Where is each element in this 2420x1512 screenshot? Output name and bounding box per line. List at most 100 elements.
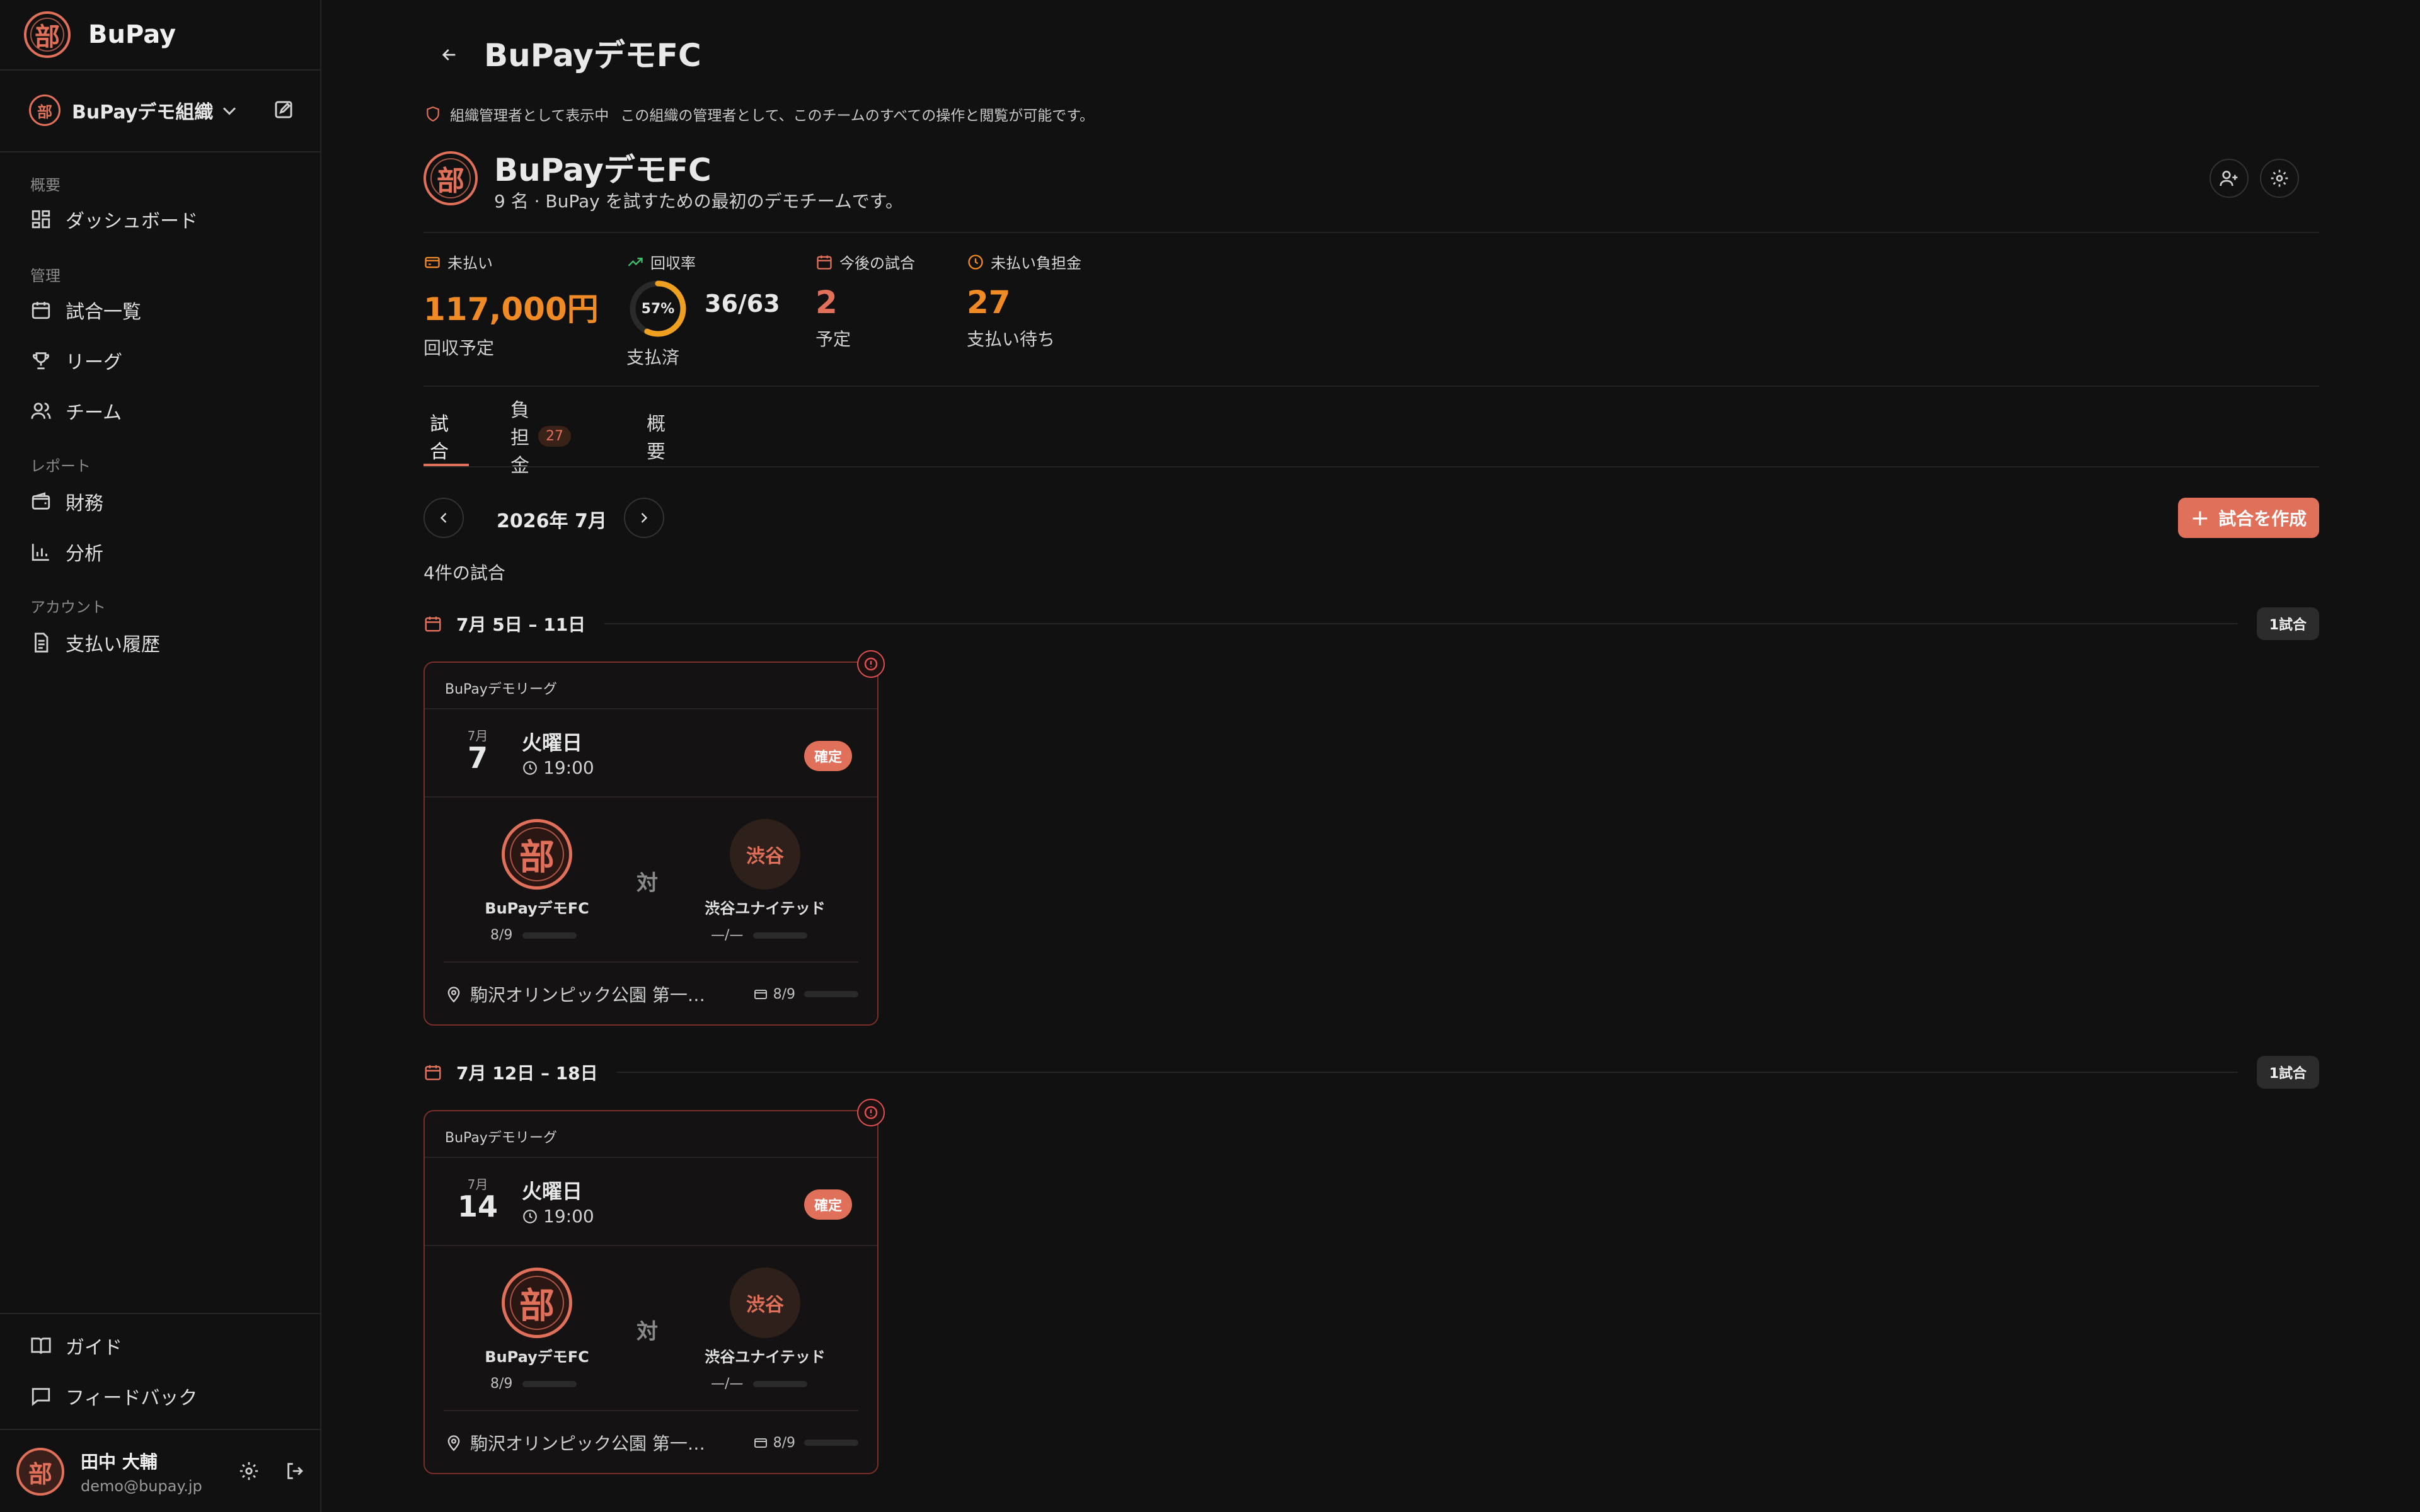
admin-message: この組織の管理者として、このチームのすべての操作と閲覧が可能です。 <box>620 108 1094 124</box>
payment-ratio: 8/9 <box>773 1435 795 1451</box>
trending-up-icon <box>628 257 643 266</box>
next-month-button[interactable] <box>624 498 664 538</box>
sidebar-item-dashboard[interactable]: ダッシュボード <box>30 202 295 237</box>
clock-icon <box>968 254 983 270</box>
team-settings-button[interactable] <box>2260 159 2299 198</box>
alert-icon[interactable] <box>857 650 885 678</box>
edit-icon[interactable] <box>272 98 295 121</box>
wallet-icon <box>30 491 52 512</box>
match-weekday: 火曜日 <box>522 1179 583 1203</box>
admin-label: 組織管理者として表示中 <box>450 108 609 124</box>
arrow-left-icon <box>442 49 456 60</box>
versus-label: 対 <box>637 871 658 896</box>
week-match-count: 1試合 <box>2256 607 2319 640</box>
team-name: BuPayデモFC <box>494 152 712 188</box>
sidebar-item-payment-history[interactable]: 支払い履歴 <box>30 625 295 660</box>
map-pin-icon <box>447 987 460 1003</box>
invite-member-button[interactable] <box>2210 159 2249 198</box>
stat-value: 27 <box>967 284 1011 321</box>
credit-card-icon <box>425 256 440 268</box>
week-label: 7月 5日 – 11日 <box>456 614 586 635</box>
clock-icon <box>523 760 537 775</box>
divider <box>425 796 877 798</box>
tab-fees[interactable]: 負担金 27 <box>510 399 571 477</box>
home-team-name: BuPayデモFC <box>485 900 589 917</box>
sidebar-item-feedback[interactable]: フィードバック <box>30 1378 295 1414</box>
credit-card-icon <box>754 1438 767 1448</box>
sidebar-item-matches[interactable]: 試合一覧 <box>30 292 295 328</box>
away-ratio: —/— <box>711 927 744 943</box>
sidebar-item-league[interactable]: リーグ <box>30 343 295 378</box>
divider <box>444 1410 858 1411</box>
user-profile: 部 田中 大輔 demo@bupay.jp <box>16 1444 306 1499</box>
alert-icon[interactable] <box>857 1099 885 1126</box>
avatar[interactable]: 部 <box>16 1448 64 1496</box>
tab-label: 負担金 <box>510 399 529 477</box>
calendar-icon <box>30 299 52 321</box>
count-badge: 27 <box>538 425 571 447</box>
divider <box>425 1245 877 1246</box>
match-footer: 駒沢オリンピック公園 第一球技場 8/9 <box>445 982 858 1007</box>
match-card[interactable]: BuPayデモリーグ 7月 14 火曜日 19:00 確定 部 対 渋谷 BuP… <box>424 1099 885 1474</box>
match-footer: 駒沢オリンピック公園 第一球技場 8/9 <box>445 1430 858 1455</box>
stat-unpaid: 未払い 117,000円 回収予定 <box>424 251 599 360</box>
status-badge: 確定 <box>804 1189 853 1220</box>
sidebar-item-guide[interactable]: ガイド <box>30 1328 295 1363</box>
section-label-manage: 管理 <box>30 267 60 285</box>
stat-label: 今後の試合 <box>839 255 915 272</box>
stat-collection-rate: 回収率 57% 36/63 支払済 <box>626 251 790 370</box>
logout-icon[interactable] <box>285 1460 306 1482</box>
sidebar-item-label: チーム <box>66 402 122 424</box>
home-attendance: 8/9 <box>490 927 577 943</box>
calendar-icon <box>425 616 441 632</box>
create-match-label: 試合を作成 <box>2218 508 2307 529</box>
shield-icon <box>427 106 439 122</box>
stat-pending-fees: 未払い負担金 27 支払い待ち <box>967 251 1081 351</box>
week-match-count: 1試合 <box>2256 1056 2319 1089</box>
divider <box>616 1072 2238 1073</box>
away-team-name: 渋谷ユナイテッド <box>705 1348 826 1366</box>
sidebar-item-label: ダッシュボード <box>66 210 198 232</box>
gear-icon <box>2271 169 2288 187</box>
user-name: 田中 大輔 <box>81 1452 158 1472</box>
home-ratio: 8/9 <box>490 1376 513 1392</box>
venue-name: 駒沢オリンピック公園 第一球技場 <box>470 1433 722 1454</box>
prev-month-button[interactable] <box>424 498 464 538</box>
home-attendance: 8/9 <box>490 1376 577 1392</box>
match-day: 14 <box>457 1189 498 1223</box>
stat-sub: 予定 <box>815 329 851 350</box>
admin-notice: 組織管理者として表示中 この組織の管理者として、このチームのすべての操作と閲覧が… <box>425 103 1094 125</box>
create-match-button[interactable]: + 試合を作成 <box>2178 498 2319 538</box>
back-button[interactable] <box>434 39 465 71</box>
stat-value: 36/63 <box>705 290 780 318</box>
home-team-name: BuPayデモFC <box>485 1348 589 1366</box>
stat-upcoming: 今後の試合 2 予定 <box>815 251 915 351</box>
stat-sub: 支払い待ち <box>967 329 1056 350</box>
tab-matches[interactable]: 試合 <box>430 413 449 463</box>
collection-percent: 57% <box>641 301 675 317</box>
away-attendance: —/— <box>711 1376 808 1392</box>
sidebar-item-analytics[interactable]: 分析 <box>30 534 295 570</box>
user-email: demo@bupay.jp <box>81 1477 202 1495</box>
stat-label: 未払い <box>447 255 493 272</box>
match-card[interactable]: BuPayデモリーグ 7月 7 火曜日 19:00 確定 部 対 渋谷 BuPa… <box>424 650 885 1026</box>
divider <box>424 466 2319 467</box>
gear-icon[interactable] <box>238 1460 260 1482</box>
home-progress <box>522 1380 577 1387</box>
divider <box>0 1429 321 1430</box>
chevron-down-icon[interactable] <box>218 100 241 122</box>
away-progress <box>753 932 808 939</box>
divider <box>0 69 321 71</box>
divider <box>0 151 321 152</box>
divider <box>604 623 2238 624</box>
match-time: 19:00 <box>522 757 594 778</box>
org-switcher[interactable]: 部 BuPayデモ組織 <box>29 94 300 126</box>
sidebar-item-finance[interactable]: 財務 <box>30 484 295 519</box>
app-logo[interactable]: 部 BuPay <box>24 11 176 58</box>
week-header: 7月 5日 – 11日 1試合 <box>424 607 2319 640</box>
tab-overview[interactable]: 概要 <box>647 413 666 463</box>
users-icon <box>30 400 52 421</box>
sidebar-item-team[interactable]: チーム <box>30 393 295 428</box>
home-team-crest: 部 <box>502 1268 572 1338</box>
sidebar-item-label: 分析 <box>66 543 103 565</box>
